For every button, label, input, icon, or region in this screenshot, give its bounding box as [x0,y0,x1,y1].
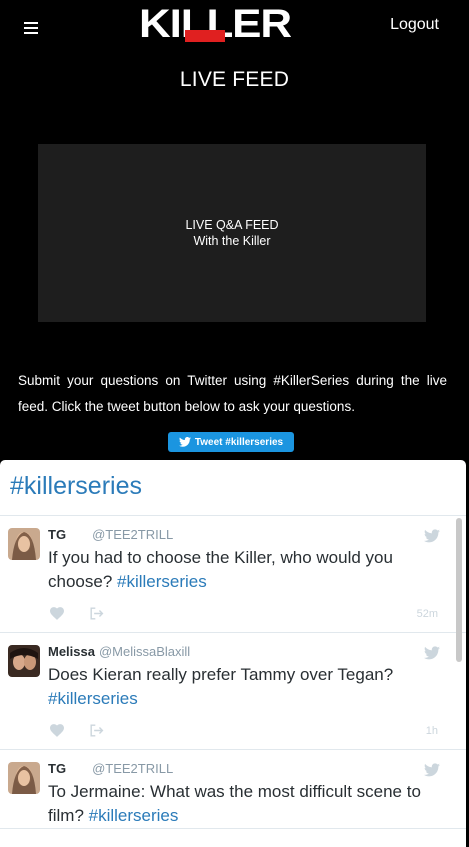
tweet-timestamp[interactable]: 1h [426,725,438,737]
timeline-header: #killerseries [0,460,466,516]
share-icon[interactable] [89,724,104,737]
tweet-author-handle[interactable]: @TEE2TRILL [92,760,173,778]
timeline-scrollbar[interactable] [456,518,462,662]
tweet-author-name[interactable]: TG [48,526,66,544]
live-video-player[interactable]: LIVE Q&A FEED With the Killer [38,144,426,322]
tweet-text: If you had to choose the Killer, who wou… [48,546,438,594]
tweet-hashtag[interactable]: #killerseries [48,689,138,708]
twitter-bird-icon[interactable] [424,763,440,777]
tweet-timestamp[interactable]: 52m [417,608,438,620]
twitter-timeline: #killerseries TG @TEE2TRILL If you had t… [0,460,466,847]
video-caption-line1: LIVE Q&A FEED [185,218,279,232]
page-title: LIVE FEED [179,68,290,91]
timeline-hashtag-link[interactable]: #killerseries [10,472,142,500]
tweet-actions: 1h [48,711,438,749]
tweet-text: To Jermaine: What was the most difficult… [48,780,438,828]
avatar[interactable] [8,762,40,794]
tweet-body: Does Kieran really prefer Tammy over Teg… [48,665,394,684]
tweet-hashtag-button[interactable]: Tweet #killerseries [168,432,294,452]
share-icon[interactable] [89,607,104,620]
avatar[interactable] [8,645,40,677]
header: KILLER Logout [0,0,469,56]
video-caption-line2: With the Killer [193,234,271,248]
tweet-hashtag[interactable]: #killerseries [89,806,179,825]
tweet-item[interactable]: TG @TEE2TRILL If you had to choose the K… [0,516,466,633]
tweet-hashtag[interactable]: #killerseries [117,572,207,591]
logout-link[interactable]: Logout [390,16,439,34]
tweet-author-handle[interactable]: @MelissaBlaxill [99,643,190,661]
twitter-bird-icon[interactable] [424,529,440,543]
tweet-item[interactable]: TG @TEE2TRILL To Jermaine: What was the … [0,750,466,829]
heart-icon[interactable] [50,607,64,620]
tweet-actions: 52m [48,594,438,632]
tweet-text: Does Kieran really prefer Tammy over Teg… [48,663,438,711]
tweet-author-name[interactable]: Melissa [48,643,95,661]
hamburger-icon[interactable] [24,22,38,34]
killer-logo[interactable]: KILLER [139,4,291,42]
tweet-author-handle[interactable]: @TEE2TRILL [92,526,173,544]
tweet-body: If you had to choose the Killer, who wou… [48,548,393,591]
twitter-bird-icon [178,437,191,447]
instructions-text: Submit your questions on Twitter using #… [18,373,447,414]
avatar[interactable] [8,528,40,560]
twitter-bird-icon[interactable] [424,646,440,660]
tweet-button-label: Tweet #killerseries [194,436,284,448]
heart-icon[interactable] [50,724,64,737]
tweet-author-name[interactable]: TG [48,760,66,778]
tweet-item[interactable]: Melissa @MelissaBlaxill Does Kieran real… [0,633,466,750]
